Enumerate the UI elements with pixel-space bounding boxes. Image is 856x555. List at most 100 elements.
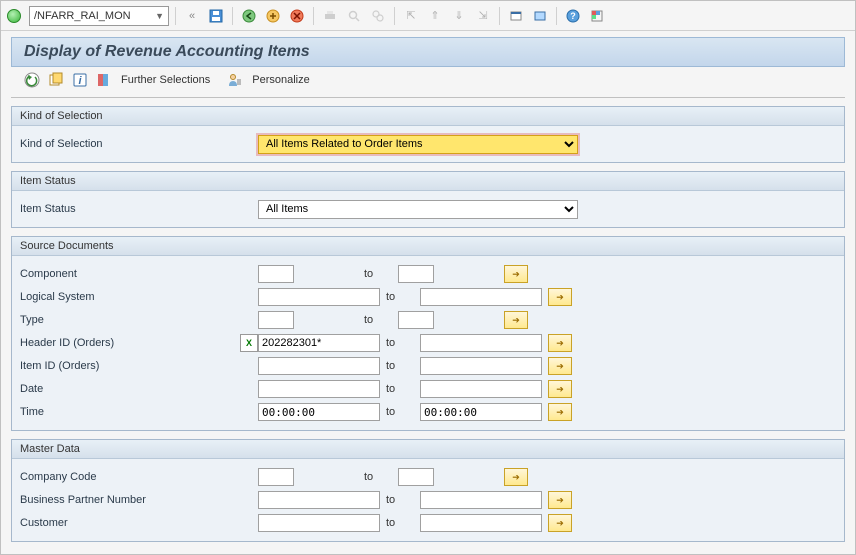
item-status-group: Item Status Item Status All Items xyxy=(11,171,845,228)
field-label: Item ID (Orders) xyxy=(20,360,240,372)
print-icon xyxy=(320,6,340,26)
field-label: Component xyxy=(20,268,240,280)
multiple-selection-button[interactable] xyxy=(548,403,572,421)
multiple-selection-button[interactable] xyxy=(548,514,572,532)
bpn-from[interactable] xyxy=(258,491,380,509)
execute-icon[interactable] xyxy=(23,71,41,89)
new-session-icon[interactable] xyxy=(506,6,526,26)
application-toolbar: i Further Selections Personalize xyxy=(11,67,845,98)
variant-icon[interactable] xyxy=(47,71,65,89)
field-label: Logical System xyxy=(20,291,240,303)
field-label: Header ID (Orders) xyxy=(20,337,240,349)
save-icon[interactable] xyxy=(206,6,226,26)
nav-cancel-icon[interactable] xyxy=(287,6,307,26)
to-label: to xyxy=(358,314,398,326)
status-icon xyxy=(7,9,21,23)
component-from[interactable] xyxy=(258,265,294,283)
field-label: Date xyxy=(20,383,240,395)
toolbar-separator xyxy=(499,7,500,25)
type-to[interactable] xyxy=(398,311,434,329)
nav-exit-icon[interactable] xyxy=(263,6,283,26)
further-selections-link[interactable]: Further Selections xyxy=(121,74,210,86)
find-icon xyxy=(344,6,364,26)
date-from[interactable] xyxy=(258,380,380,398)
multiple-selection-button[interactable] xyxy=(548,334,572,352)
item-id-from[interactable] xyxy=(258,357,380,375)
group-title: Master Data xyxy=(12,440,844,459)
find-next-icon xyxy=(368,6,388,26)
last-page-icon: ⇲ xyxy=(473,6,493,26)
back-icon[interactable]: « xyxy=(182,6,202,26)
to-label: to xyxy=(380,494,420,506)
to-label: to xyxy=(380,406,420,418)
multiple-selection-button[interactable] xyxy=(504,468,528,486)
kind-of-selection-group: Kind of Selection Kind of Selection All … xyxy=(11,106,845,163)
group-title: Item Status xyxy=(12,172,844,191)
customer-from[interactable] xyxy=(258,514,380,532)
selections-icon[interactable] xyxy=(95,71,113,89)
logical-system-from[interactable] xyxy=(258,288,380,306)
source-documents-group: Source Documents Component to Logical Sy… xyxy=(11,236,845,431)
component-to[interactable] xyxy=(398,265,434,283)
toolbar-separator xyxy=(232,7,233,25)
bpn-to[interactable] xyxy=(420,491,542,509)
group-title: Kind of Selection xyxy=(12,107,844,126)
chevron-down-icon: ▼ xyxy=(155,11,164,21)
field-label: Time xyxy=(20,406,240,418)
multiple-selection-button[interactable] xyxy=(548,357,572,375)
page-title: Display of Revenue Accounting Items xyxy=(24,43,310,61)
multiple-selection-button[interactable] xyxy=(548,380,572,398)
item-id-to[interactable] xyxy=(420,357,542,375)
to-label: to xyxy=(380,337,420,349)
personalize-icon[interactable] xyxy=(226,71,244,89)
field-label: Company Code xyxy=(20,471,240,483)
field-label: Type xyxy=(20,314,240,326)
layout-icon[interactable] xyxy=(587,6,607,26)
time-to[interactable] xyxy=(420,403,542,421)
tcode-input[interactable]: /NFARR_RAI_MON ▼ xyxy=(29,6,169,26)
field-label: Customer xyxy=(20,517,240,529)
type-from[interactable] xyxy=(258,311,294,329)
customer-to[interactable] xyxy=(420,514,542,532)
multiple-selection-button[interactable] xyxy=(504,265,528,283)
excel-icon[interactable]: X xyxy=(240,334,258,352)
toolbar-separator xyxy=(556,7,557,25)
group-title: Source Documents xyxy=(12,237,844,256)
to-label: to xyxy=(358,471,398,483)
toolbar-separator xyxy=(313,7,314,25)
to-label: to xyxy=(380,383,420,395)
next-page-icon: ⇓ xyxy=(449,6,469,26)
personalize-link[interactable]: Personalize xyxy=(252,74,309,86)
to-label: to xyxy=(380,291,420,303)
page-title-bar: Display of Revenue Accounting Items xyxy=(11,37,845,67)
first-page-icon: ⇱ xyxy=(401,6,421,26)
date-to[interactable] xyxy=(420,380,542,398)
toolbar-separator xyxy=(175,7,176,25)
info-icon[interactable]: i xyxy=(71,71,89,89)
time-from[interactable] xyxy=(258,403,380,421)
company-code-from[interactable] xyxy=(258,468,294,486)
status-select[interactable]: All Items xyxy=(258,200,578,219)
shortcut-icon[interactable] xyxy=(530,6,550,26)
master-data-group: Master Data Company Code to Business Par… xyxy=(11,439,845,542)
multiple-selection-button[interactable] xyxy=(548,288,572,306)
prev-page-icon: ⇑ xyxy=(425,6,445,26)
to-label: to xyxy=(380,517,420,529)
header-id-from[interactable] xyxy=(258,334,380,352)
company-code-to[interactable] xyxy=(398,468,434,486)
toolbar-separator xyxy=(394,7,395,25)
header-id-to[interactable] xyxy=(420,334,542,352)
nav-back-icon[interactable] xyxy=(239,6,259,26)
to-label: to xyxy=(380,360,420,372)
system-toolbar: /NFARR_RAI_MON ▼ « ⇱ ⇑ ⇓ ⇲ ? xyxy=(1,1,855,31)
kind-label: Kind of Selection xyxy=(20,138,240,150)
help-icon[interactable]: ? xyxy=(563,6,583,26)
multiple-selection-button[interactable] xyxy=(504,311,528,329)
to-label: to xyxy=(358,268,398,280)
field-label: Business Partner Number xyxy=(20,494,240,506)
status-label: Item Status xyxy=(20,203,240,215)
multiple-selection-button[interactable] xyxy=(548,491,572,509)
logical-system-to[interactable] xyxy=(420,288,542,306)
kind-select[interactable]: All Items Related to Order Items xyxy=(258,135,578,154)
tcode-text: /NFARR_RAI_MON xyxy=(34,10,131,22)
